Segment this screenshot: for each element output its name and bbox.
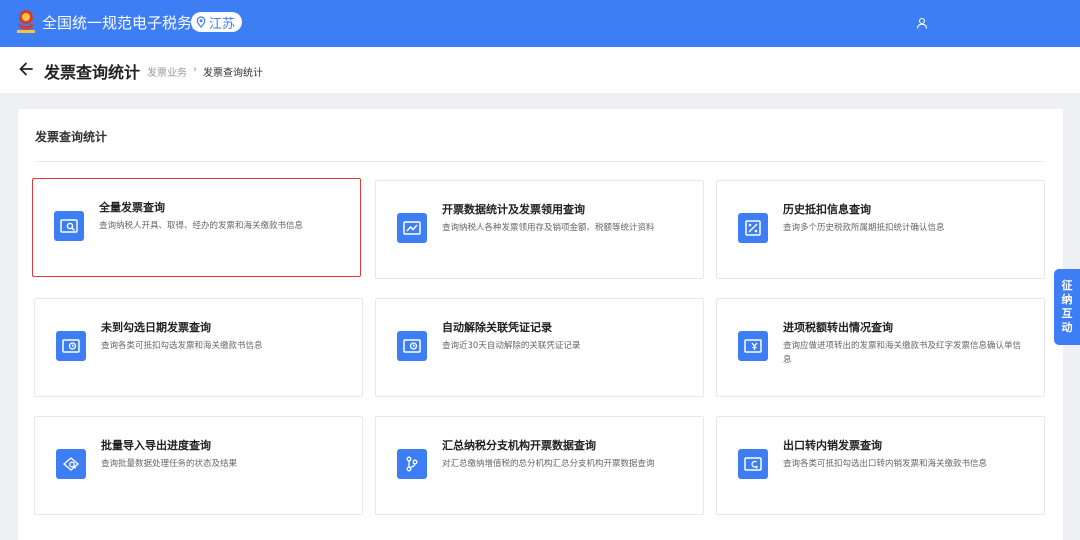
invoice-clock-icon bbox=[397, 331, 427, 361]
card-issuing-stats-query[interactable]: 开票数据统计及发票领用查询 查询纳税人各种发票领用存及销项金额、税额等统计资料 bbox=[375, 180, 704, 279]
float-tab-char: 互 bbox=[1061, 307, 1073, 320]
card-desc: 查询纳税人开具、取得、经办的发票和海关缴款书信息 bbox=[99, 221, 304, 231]
breadcrumb-separator: › bbox=[193, 64, 197, 75]
card-title: 自动解除关联凭证记录 bbox=[442, 321, 552, 334]
card-title: 历史抵扣信息查询 bbox=[783, 203, 871, 216]
invoice-trend-icon bbox=[397, 213, 427, 243]
card-title: 进项税额转出情况查询 bbox=[783, 321, 893, 334]
card-auto-unlink-records[interactable]: 自动解除关联凭证记录 查询近30天自动解除的关联凭证记录 bbox=[375, 298, 704, 397]
invoice-return-icon bbox=[738, 449, 768, 479]
card-desc: 查询各类可抵扣勾选出口转内销发票和海关缴款书信息 bbox=[783, 459, 988, 469]
branch-icon bbox=[397, 449, 427, 479]
card-title: 出口转内销发票查询 bbox=[783, 439, 882, 452]
page-header: 发票查询统计 发票业务 › 发票查询统计 bbox=[0, 47, 1080, 93]
panel-title: 发票查询统计 bbox=[35, 130, 108, 144]
card-title: 开票数据统计及发票领用查询 bbox=[442, 203, 585, 216]
tax-emblem-icon bbox=[17, 10, 35, 33]
card-pending-check-query[interactable]: 未到勾选日期发票查询 查询各类可抵扣勾选发票和海关缴款书信息 bbox=[34, 298, 363, 397]
card-desc: 查询各类可抵扣勾选发票和海关缴款书信息 bbox=[101, 341, 263, 351]
region-label: 江苏 bbox=[209, 16, 236, 32]
card-desc: 查询纳税人各种发票领用存及销项金额、税额等统计资料 bbox=[442, 223, 655, 233]
breadcrumb-item-invoice-business[interactable]: 发票业务 bbox=[147, 64, 187, 79]
card-history-deduction-query[interactable]: 历史抵扣信息查询 查询多个历史税款所属期抵扣统计确认信息 bbox=[716, 180, 1045, 279]
region-selector[interactable]: 江苏 bbox=[191, 12, 243, 32]
card-batch-progress-query[interactable]: 批量导入导出进度查询 查询批量数据处理任务的状态及结果 bbox=[34, 416, 363, 515]
invoice-search-icon bbox=[54, 211, 84, 241]
main-panel: 发票查询统计 全量发票查询 查询纳税人开具、取得、经办的发票和海关缴款书信息 开… bbox=[18, 109, 1063, 540]
page-title: 发票查询统计 bbox=[44, 63, 141, 82]
card-desc: 查询应做进项转出的发票和海关缴款书及红字发票信息确认单信息 bbox=[783, 341, 1022, 365]
card-export-domestic-query[interactable]: 出口转内销发票查询 查询各类可抵扣勾选出口转内销发票和海关缴款书信息 bbox=[716, 416, 1045, 515]
card-title: 未到勾选日期发票查询 bbox=[101, 321, 211, 334]
breadcrumb: 发票业务 › 发票查询统计 bbox=[147, 64, 263, 79]
card-branch-issuing-query[interactable]: 汇总纳税分支机构开票数据查询 对汇总缴纳增值税的总分机构汇总分支机构开票数据查询 bbox=[375, 416, 704, 515]
float-tab-char: 征 bbox=[1061, 279, 1073, 292]
card-title: 汇总纳税分支机构开票数据查询 bbox=[442, 439, 596, 452]
site-title: 全国统一规范电子税务局 bbox=[42, 14, 208, 32]
batch-progress-icon bbox=[56, 449, 86, 479]
location-pin-icon bbox=[196, 16, 206, 28]
history-deduction-icon bbox=[738, 213, 768, 243]
card-desc: 查询批量数据处理任务的状态及结果 bbox=[101, 459, 238, 469]
card-desc: 对汇总缴纳增值税的总分机构汇总分支机构开票数据查询 bbox=[442, 459, 655, 469]
card-title: 批量导入导出进度查询 bbox=[101, 439, 211, 452]
card-input-tax-transfer-query[interactable]: 进项税额转出情况查询 查询应做进项转出的发票和海关缴款书及红字发票信息确认单信息 bbox=[716, 298, 1045, 397]
user-icon[interactable] bbox=[916, 17, 928, 29]
invoice-clock-icon bbox=[56, 331, 86, 361]
card-title: 全量发票查询 bbox=[99, 201, 165, 214]
breadcrumb-item-current: 发票查询统计 bbox=[203, 68, 263, 79]
card-desc: 查询多个历史税款所属期抵扣统计确认信息 bbox=[783, 223, 945, 233]
top-bar: 全国统一规范电子税务局 江苏 bbox=[0, 0, 1080, 47]
panel-divider bbox=[35, 161, 1045, 162]
back-arrow-icon[interactable] bbox=[18, 60, 34, 78]
invoice-yen-icon bbox=[738, 331, 768, 361]
float-tab-char: 动 bbox=[1061, 321, 1073, 334]
card-full-invoice-query[interactable]: 全量发票查询 查询纳税人开具、取得、经办的发票和海关缴款书信息 bbox=[32, 178, 361, 277]
card-desc: 查询近30天自动解除的关联凭证记录 bbox=[442, 341, 581, 351]
float-tab-char: 纳 bbox=[1061, 293, 1073, 306]
taxpayer-interaction-tab[interactable]: 征 纳 互 动 bbox=[1054, 269, 1080, 345]
